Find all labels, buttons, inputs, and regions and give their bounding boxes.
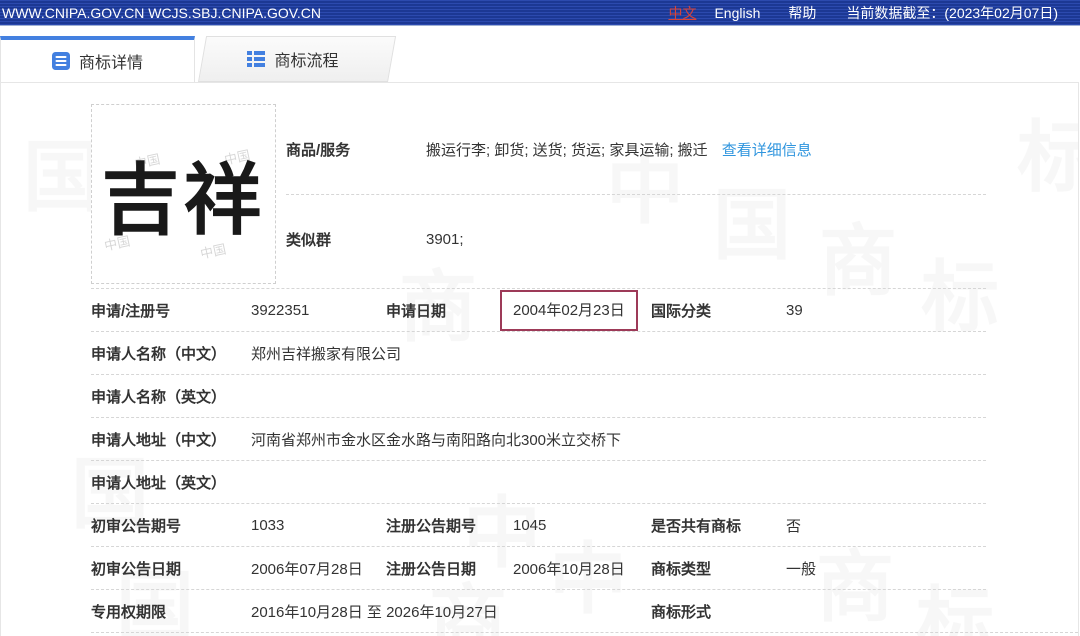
address-cn-value: 河南省郑州市金水区金水路与南阳路向北300米立交桥下 [251, 429, 986, 450]
tm-type-label: 商标类型 [651, 558, 786, 579]
first-pub-no-value: 1033 [251, 517, 386, 534]
trademark-detail-panel: 国中国商标标商国中中国商商标 吉祥 中国中国中国中国 商品/服务 搬运行李; 卸… [0, 82, 1079, 636]
reg-pub-date-label: 注册公告日期 [386, 558, 513, 579]
detail-rows: 申请/注册号 3922351 申请日期 2004年02月23日 国际分类 39 … [91, 288, 986, 632]
first-pub-date-label: 初审公告日期 [91, 558, 251, 579]
lang-chinese-link[interactable]: 中文 [668, 3, 696, 23]
tab-label-process: 商标流程 [274, 47, 338, 71]
applicant-en-label: 申请人名称（英文） [91, 386, 251, 407]
view-details-link[interactable]: 查看详细信息 [722, 139, 812, 160]
trademark-image: 吉祥 中国中国中国中国 [91, 104, 276, 284]
address-en-label: 申请人地址（英文） [91, 472, 251, 493]
tab-trademark-detail[interactable]: 商标详情 [0, 36, 195, 82]
table-bottom-divider [91, 632, 1078, 633]
data-cutoff-date: 当前数据截至：(2023年02月07日) [846, 3, 1058, 23]
flow-list-icon [247, 50, 265, 68]
tab-label-detail: 商标详情 [79, 49, 143, 73]
tm-type-value: 一般 [786, 558, 986, 579]
similar-group-label: 类似群 [286, 229, 426, 250]
table-row: 专用权期限 2016年10月28日 至 2026年10月27日 商标形式 [91, 589, 986, 632]
applicant-cn-value: 郑州吉祥搬家有限公司 [251, 343, 986, 364]
table-row: 申请人地址（中文） 河南省郑州市金水区金水路与南阳路向北300米立交桥下 [91, 417, 986, 460]
help-link[interactable]: 帮助 [788, 3, 816, 23]
tab-bar: 商标详情 商标流程 [0, 36, 1080, 82]
trademark-summary-fields: 商品/服务 搬运行李; 卸货; 送货; 货运; 家具运输; 搬迁 查看详细信息 … [286, 104, 986, 284]
applicant-cn-label: 申请人名称（中文） [91, 343, 251, 364]
reg-no-label: 申请/注册号 [91, 300, 251, 321]
exclusive-period-value: 2016年10月28日 至 2026年10月27日 [251, 601, 651, 622]
reg-pub-no-label: 注册公告期号 [386, 515, 513, 536]
apply-date-value: 2004年02月23日 [513, 290, 651, 331]
detail-list-icon [52, 52, 70, 70]
apply-date-label: 申请日期 [386, 300, 513, 321]
trademark-image-text: 吉祥 [101, 138, 265, 250]
tab-trademark-process[interactable]: 商标流程 [198, 36, 388, 82]
similar-group-row: 类似群 3901; [286, 194, 986, 284]
first-pub-date-value: 2006年07月28日 [251, 558, 386, 579]
reg-pub-no-value: 1045 [513, 517, 651, 534]
topbar-links: 中文 English 帮助 当前数据截至：(2023年02月07日) [668, 3, 1058, 23]
tm-form-label: 商标形式 [651, 601, 786, 622]
lang-english-link[interactable]: English [714, 5, 760, 21]
is-shared-value: 否 [786, 515, 986, 536]
reg-pub-date-value: 2006年10月28日 [513, 558, 651, 579]
table-row: 申请人名称（英文） [91, 374, 986, 417]
trademark-summary-section: 吉祥 中国中国中国中国 商品/服务 搬运行李; 卸货; 送货; 货运; 家具运输… [1, 83, 1078, 288]
apply-date-highlight-box: 2004年02月23日 [500, 290, 638, 331]
reg-no-value: 3922351 [251, 302, 386, 319]
goods-services-value: 搬运行李; 卸货; 送货; 货运; 家具运输; 搬迁 [426, 139, 708, 160]
top-bar: WWW.CNIPA.GOV.CN WCJS.SBJ.CNIPA.GOV.CN 中… [0, 0, 1080, 26]
site-urls: WWW.CNIPA.GOV.CN WCJS.SBJ.CNIPA.GOV.CN [2, 5, 321, 21]
address-cn-label: 申请人地址（中文） [91, 429, 251, 450]
exclusive-period-label: 专用权期限 [91, 601, 251, 622]
table-row: 初审公告日期 2006年07月28日 注册公告日期 2006年10月28日 商标… [91, 546, 986, 589]
goods-services-label: 商品/服务 [286, 139, 426, 160]
intl-class-value: 39 [786, 302, 986, 319]
intl-class-label: 国际分类 [651, 300, 786, 321]
table-row: 申请/注册号 3922351 申请日期 2004年02月23日 国际分类 39 [91, 288, 986, 331]
similar-group-value: 3901; [426, 231, 464, 248]
goods-services-row: 商品/服务 搬运行李; 卸货; 送货; 货运; 家具运输; 搬迁 查看详细信息 [286, 104, 986, 194]
table-row: 初审公告期号 1033 注册公告期号 1045 是否共有商标 否 [91, 503, 986, 546]
table-row: 申请人地址（英文） [91, 460, 986, 503]
is-shared-label: 是否共有商标 [651, 515, 786, 536]
table-row: 申请人名称（中文） 郑州吉祥搬家有限公司 [91, 331, 986, 374]
first-pub-no-label: 初审公告期号 [91, 515, 251, 536]
